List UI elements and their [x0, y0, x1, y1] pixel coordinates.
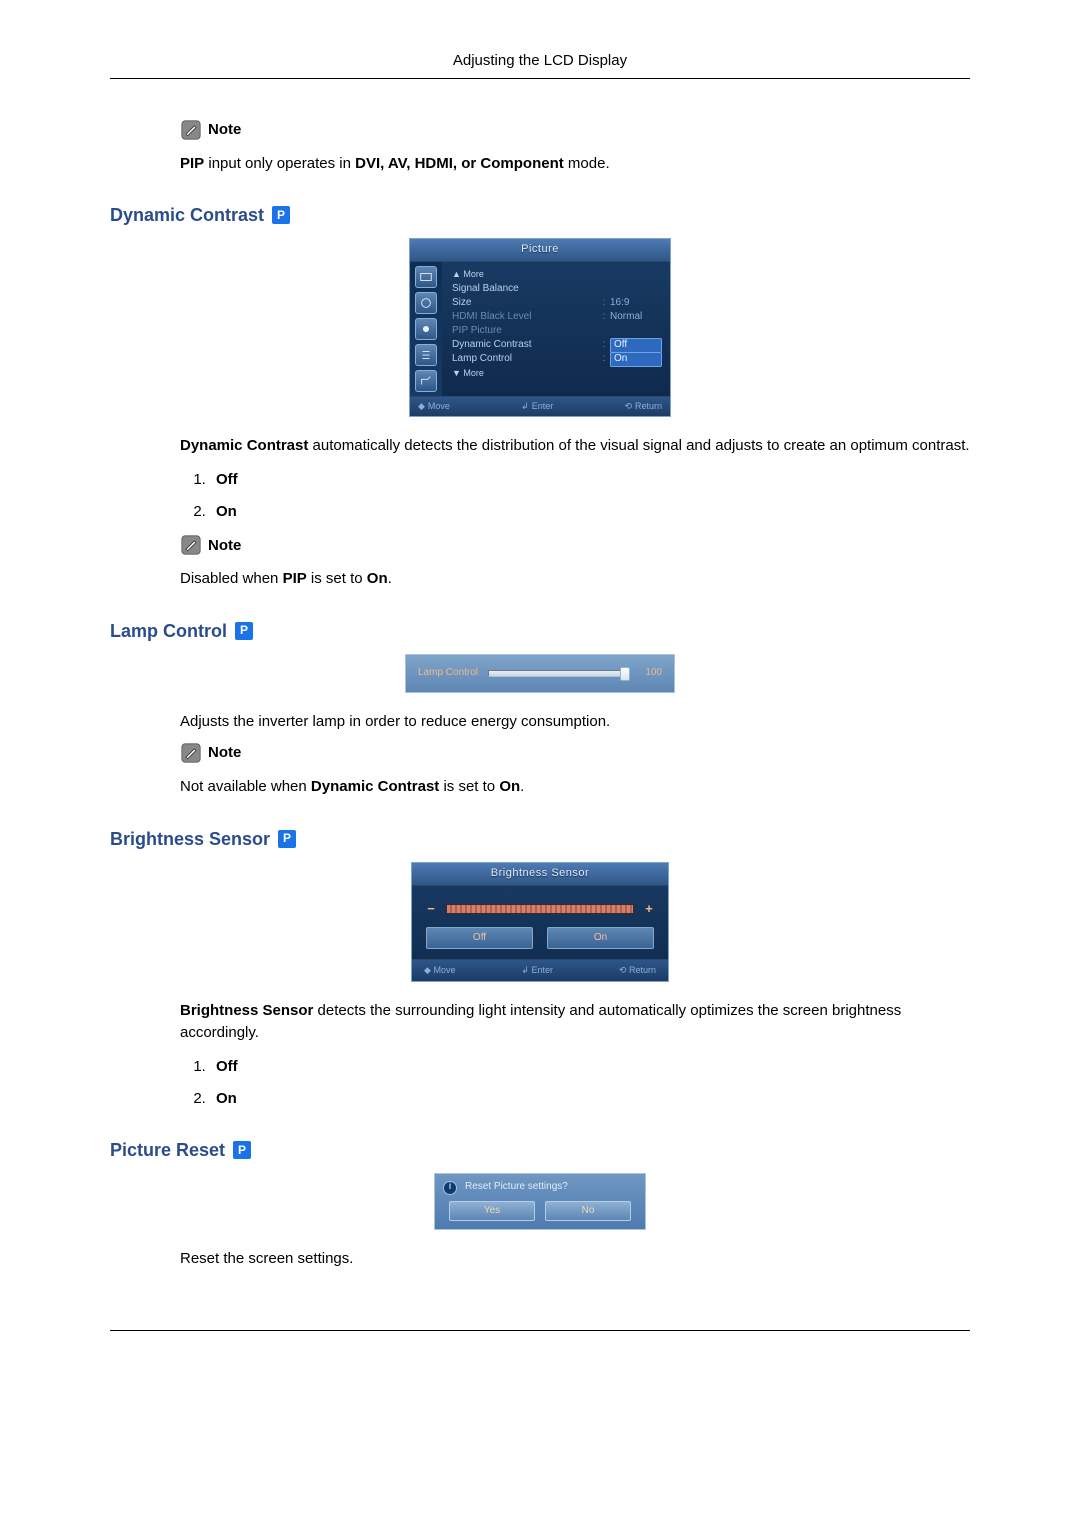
note-lc-text: Not available when Dynamic Contrast is s…	[180, 776, 970, 798]
osd-footer: ◆ Move ↲ Enter ⟲ Return	[410, 396, 670, 416]
option-on: On	[210, 1088, 970, 1110]
osd-row-size[interactable]: Size:16:9	[452, 296, 662, 310]
figure-dynamic-contrast: Picture ▲ More Signal Balance Size:16:9 …	[110, 238, 970, 417]
footer-enter: ↲ Enter	[521, 400, 553, 413]
footer-return: ⟲ Return	[624, 400, 662, 413]
reset-yes-button[interactable]: Yes	[449, 1201, 535, 1222]
pencil-note-icon	[180, 120, 202, 140]
footer-move: ◆ Move	[418, 400, 450, 413]
heading-lamp-control: Lamp Control P	[110, 618, 970, 644]
osd-row-signal-balance[interactable]: Signal Balance	[452, 282, 662, 296]
reset-no-button[interactable]: No	[545, 1201, 631, 1222]
reset-prompt: Reset Picture settings?	[465, 1180, 568, 1195]
footer-enter: ↲ Enter	[521, 964, 553, 977]
osd-bs-footer: ◆ Move ↲ Enter ⟲ Return	[412, 960, 668, 981]
heading-brightness-sensor: Brightness Sensor P	[110, 826, 970, 852]
picture-tab-icon[interactable]	[415, 266, 437, 288]
note-dc: Note	[180, 535, 970, 557]
pip-note-text: PIP input only operates in DVI, AV, HDMI…	[180, 153, 970, 175]
note-pip: Note	[180, 119, 970, 141]
option-on: On	[210, 501, 970, 523]
osd-picture-reset: i Reset Picture settings? Yes No	[434, 1173, 646, 1230]
info-icon: i	[443, 1181, 457, 1195]
option-off: Off	[210, 1056, 970, 1078]
osd-row-pip-picture[interactable]: PIP Picture	[452, 324, 662, 338]
footer-rule	[110, 1330, 970, 1331]
pencil-note-icon	[180, 743, 202, 763]
osd-picture-menu: Picture ▲ More Signal Balance Size:16:9 …	[409, 238, 671, 417]
osd-icon-column	[410, 262, 442, 396]
osd-lamp-control: Lamp Control 100	[405, 654, 675, 693]
p-badge-icon: P	[272, 206, 290, 224]
p-badge-icon: P	[278, 830, 296, 848]
osd-row-hdmi-black[interactable]: HDMI Black Level:Normal	[452, 310, 662, 324]
note-label: Note	[208, 742, 241, 764]
heading-dynamic-contrast: Dynamic Contrast P	[110, 202, 970, 228]
p-badge-icon: P	[235, 622, 253, 640]
option-off: Off	[210, 469, 970, 491]
osd-brightness-sensor: Brightness Sensor − + Off On ◆ Move ↲ En…	[411, 862, 669, 982]
input-tab-icon[interactable]	[415, 370, 437, 392]
lamp-slider-handle[interactable]	[620, 667, 630, 681]
brightness-sensor-desc: Brightness Sensor detects the surroundin…	[180, 1000, 970, 1044]
brightness-slider[interactable]	[446, 904, 634, 914]
lamp-control-desc: Adjusts the inverter lamp in order to re…	[180, 711, 970, 733]
osd-list: ▲ More Signal Balance Size:16:9 HDMI Bla…	[442, 262, 670, 396]
brightness-off-button[interactable]: Off	[426, 927, 533, 950]
dynamic-contrast-desc: Dynamic Contrast automatically detects t…	[180, 435, 970, 457]
figure-lamp-control: Lamp Control 100	[110, 654, 970, 693]
osd-row-dynamic-contrast[interactable]: Dynamic Contrast:Off	[452, 338, 662, 352]
p-badge-icon: P	[233, 1141, 251, 1159]
brightness-sensor-options: Off On	[180, 1056, 970, 1110]
note-label: Note	[208, 535, 241, 557]
page-header: Adjusting the LCD Display	[110, 50, 970, 79]
setup-tab-icon[interactable]	[415, 318, 437, 340]
figure-brightness-sensor: Brightness Sensor − + Off On ◆ Move ↲ En…	[110, 862, 970, 982]
figure-picture-reset: i Reset Picture settings? Yes No	[110, 1173, 970, 1230]
plus-icon[interactable]: +	[644, 900, 654, 919]
multi-tab-icon[interactable]	[415, 344, 437, 366]
more-down[interactable]: ▼ More	[452, 366, 662, 381]
lamp-label: Lamp Control	[418, 666, 478, 681]
picture-reset-desc: Reset the screen settings.	[180, 1248, 970, 1270]
brightness-on-button[interactable]: On	[547, 927, 654, 950]
note-label: Note	[208, 119, 241, 141]
lamp-value: 100	[638, 666, 662, 681]
sound-tab-icon[interactable]	[415, 292, 437, 314]
dynamic-contrast-options: Off On	[180, 469, 970, 523]
footer-return: ⟲ Return	[619, 964, 656, 977]
minus-icon[interactable]: −	[426, 900, 436, 919]
osd-row-lamp-control[interactable]: Lamp Control:On	[452, 352, 662, 366]
pencil-note-icon	[180, 535, 202, 555]
osd-title: Picture	[410, 239, 670, 262]
note-lc: Note	[180, 742, 970, 764]
more-up[interactable]: ▲ More	[452, 267, 662, 282]
osd-bs-title: Brightness Sensor	[412, 863, 668, 886]
note-dc-text: Disabled when PIP is set to On.	[180, 568, 970, 590]
heading-picture-reset: Picture Reset P	[110, 1137, 970, 1163]
lamp-slider[interactable]	[488, 670, 628, 677]
footer-move: ◆ Move	[424, 964, 455, 977]
